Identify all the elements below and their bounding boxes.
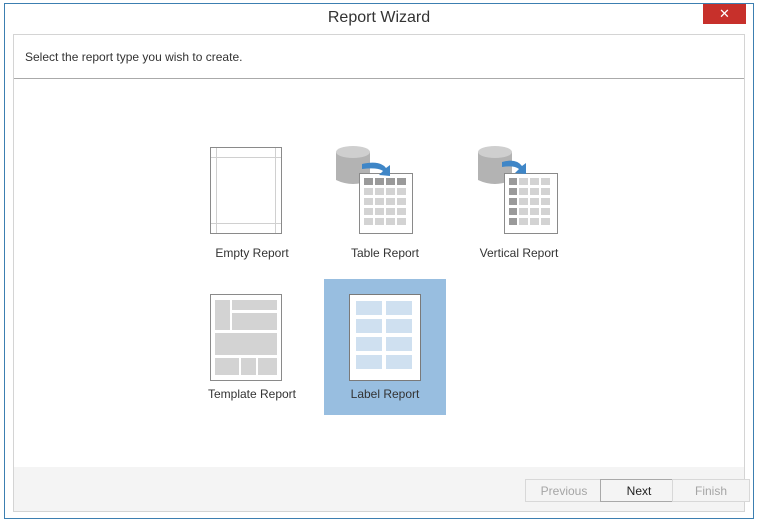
close-button[interactable]: ✕ [703, 4, 746, 24]
tile-label: Template Report [207, 387, 297, 401]
tile-label: Vertical Report [479, 246, 559, 260]
page-prompt: Select the report type you wish to creat… [25, 50, 243, 64]
finish-button[interactable]: Finish [672, 479, 750, 502]
wizard-footer: Previous Next Finish [14, 467, 750, 511]
title-bar: Report Wizard ✕ [5, 4, 753, 34]
previous-button[interactable]: Previous [525, 479, 603, 502]
close-icon: ✕ [719, 6, 730, 21]
report-type-vertical[interactable]: Vertical Report [458, 138, 580, 274]
wizard-page: Select the report type you wish to creat… [13, 34, 750, 512]
report-type-table[interactable]: Table Report [324, 138, 446, 274]
report-wizard-window: Report Wizard ✕ Select the report type y… [4, 3, 754, 519]
report-type-empty[interactable]: Empty Report [191, 138, 313, 274]
tile-label: Table Report [350, 246, 420, 260]
window-title: Report Wizard [327, 9, 431, 26]
wizard-header: Select the report type you wish to creat… [14, 35, 744, 79]
report-type-label[interactable]: Label Report [324, 279, 446, 415]
tile-label: Empty Report [215, 246, 289, 260]
next-button[interactable]: Next [600, 479, 678, 502]
tile-label: Label Report [350, 387, 420, 401]
report-type-template[interactable]: Template Report [191, 279, 313, 415]
